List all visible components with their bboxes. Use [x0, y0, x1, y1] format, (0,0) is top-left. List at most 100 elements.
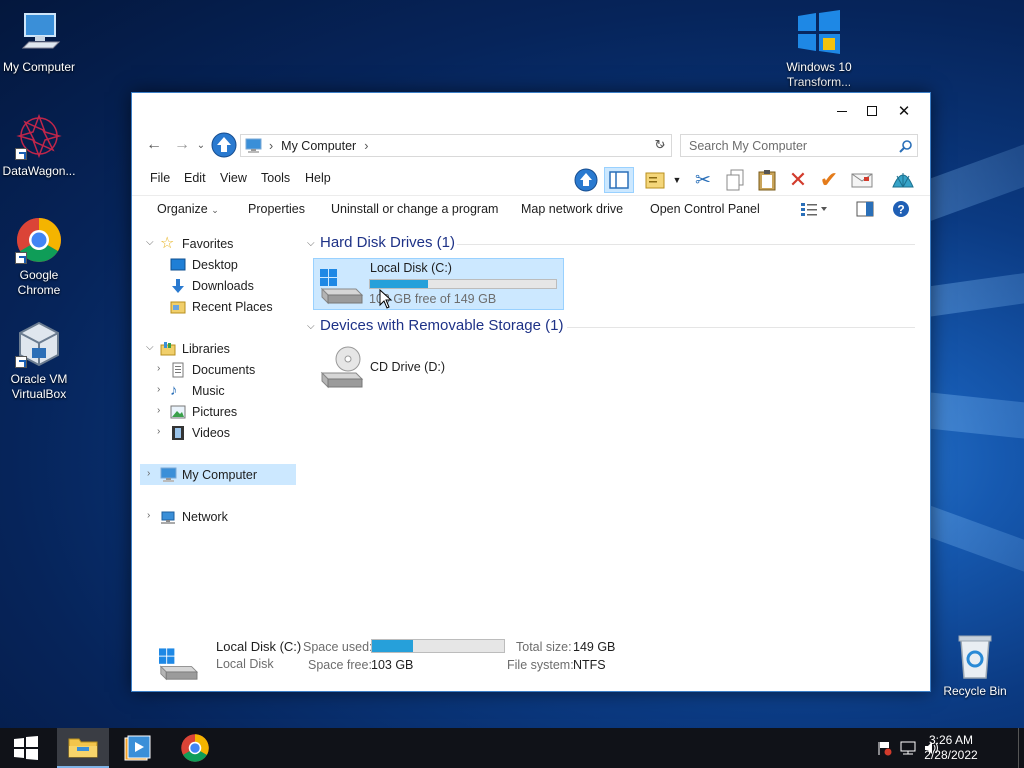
nav-libraries[interactable]: Libraries [160, 338, 230, 359]
nav-recent-places[interactable]: Recent Places [170, 296, 273, 317]
chevron-right-icon: › [147, 510, 151, 521]
desktop-icon-recycle-bin[interactable]: Recycle Bin [933, 632, 1017, 699]
drive-c-capacity-fill [370, 280, 428, 288]
explorer-window[interactable]: ✕ ← → ⌄ › My Computer › ⌄ ↻ Search My Co… [131, 92, 931, 692]
taskbar-media-player[interactable] [113, 728, 161, 768]
map-network-drive-button[interactable]: Map network drive [521, 202, 623, 216]
nav-favorites[interactable]: ☆ Favorites [160, 233, 233, 254]
group-heading-removable-storage[interactable]: Devices with Removable Storage (1) [320, 317, 563, 334]
breadcrumb-separator-icon: › [269, 138, 274, 153]
title-bar[interactable]: ✕ [132, 93, 930, 129]
preview-pane-button[interactable] [604, 167, 634, 193]
network-icon [160, 509, 176, 525]
preview-pane-toggle[interactable] [856, 201, 874, 217]
view-list-icon [801, 203, 827, 216]
nav-my-computer[interactable]: My Computer [160, 464, 257, 485]
taskbar-file-explorer[interactable] [57, 728, 109, 768]
desktop-icon-datawagon[interactable]: DataWagon... [0, 112, 81, 179]
select-check-button[interactable]: ✔ [816, 167, 842, 193]
nav-desktop[interactable]: Desktop [170, 254, 238, 275]
checkmark-icon: ✔ [819, 167, 839, 192]
pane-icon [856, 201, 874, 217]
menu-tools[interactable]: Tools [261, 171, 290, 185]
up-arrow-icon [574, 168, 598, 192]
folder-view-button[interactable] [643, 167, 669, 193]
nav-pictures[interactable]: Pictures [170, 401, 237, 422]
chevron-right-icon: › [157, 426, 161, 437]
taskbar-clock[interactable]: 3:26 AM 2/28/2022 [916, 733, 986, 763]
computer-icon [160, 467, 177, 483]
chrome-icon [15, 216, 63, 264]
clock-time: 3:26 AM [928, 733, 974, 747]
details-capacity-fill [372, 640, 413, 652]
desktop-icon-chrome[interactable]: Google Chrome [0, 216, 81, 298]
address-bar[interactable]: › My Computer › ⌄ [240, 134, 672, 157]
menu-view[interactable]: View [220, 171, 247, 185]
svg-text:?: ? [897, 203, 904, 217]
flag-alert-icon [878, 742, 892, 756]
forward-button[interactable]: → [168, 131, 196, 159]
folder-view-dropdown[interactable]: ▼ [670, 167, 684, 193]
group-collapse-icon[interactable]: ⌵ [307, 238, 315, 249]
menu-edit[interactable]: Edit [184, 171, 206, 185]
nav-videos[interactable]: Videos [170, 422, 230, 443]
copy-button[interactable] [722, 167, 748, 193]
close-button[interactable]: ✕ [888, 97, 920, 125]
shortcut-arrow-icon [15, 148, 27, 160]
open-control-panel-button[interactable]: Open Control Panel [650, 202, 760, 216]
change-view-button[interactable] [800, 201, 828, 217]
desktop-icon-virtualbox[interactable]: Oracle VM VirtualBox [0, 320, 81, 402]
desktop-icon-windows10-transform[interactable]: Windows 10 Transform... [777, 8, 861, 90]
delete-button[interactable]: ✕ [785, 167, 811, 193]
nav-network[interactable]: Network [160, 506, 228, 527]
chevron-right-icon: › [147, 468, 151, 479]
group-heading-hard-disk-drives[interactable]: Hard Disk Drives (1) [320, 234, 455, 251]
breadcrumb-my-computer[interactable]: My Computer [281, 139, 356, 153]
chevron-right-icon: › [157, 384, 161, 395]
paste-button[interactable] [754, 167, 780, 193]
caret-down-icon: ▼ [672, 175, 682, 185]
back-button[interactable]: ← [140, 131, 168, 159]
shell-button[interactable] [890, 167, 916, 193]
datawagon-icon [15, 112, 63, 160]
search-input[interactable]: Search My Computer [680, 134, 918, 157]
recycle-bin-icon [951, 632, 999, 680]
desktop-icon-my-computer[interactable]: My Computer [0, 8, 81, 75]
up-button[interactable] [210, 131, 238, 159]
recent-locations-button[interactable]: ⌄ [194, 131, 208, 159]
chevron-right-icon: › [157, 363, 161, 374]
refresh-button[interactable]: ↻ [648, 131, 672, 159]
menu-file[interactable]: File [150, 171, 170, 185]
taskbar-chrome[interactable] [171, 728, 219, 768]
details-file-system-label: File system: [507, 658, 574, 672]
email-button[interactable] [849, 167, 875, 193]
minimize-icon [837, 110, 847, 112]
cut-button[interactable]: ✂ [690, 167, 716, 193]
nav-downloads[interactable]: Downloads [170, 275, 254, 296]
tray-action-center-flag[interactable] [874, 728, 894, 768]
toolbar-up-button[interactable] [573, 167, 599, 193]
organize-button[interactable]: Organize ⌄ [157, 202, 219, 216]
group-collapse-icon[interactable]: ⌵ [307, 321, 315, 332]
drive-c-tile[interactable] [318, 263, 364, 305]
minimize-button[interactable] [826, 97, 858, 125]
breadcrumb-separator-icon: › [364, 138, 369, 153]
show-desktop-button[interactable] [1018, 728, 1024, 768]
close-icon: ✕ [897, 103, 911, 120]
virtualbox-icon [15, 320, 63, 368]
drive-d-tile[interactable] [318, 345, 364, 389]
properties-button[interactable]: Properties [248, 202, 305, 216]
details-name: Local Disk (C:) [216, 639, 302, 654]
menu-bar: File Edit View Tools Help ▼ ✂ ✕ ✔ [132, 165, 930, 193]
windows-logo-icon [795, 8, 843, 56]
nav-music[interactable]: ♪ Music [170, 380, 225, 401]
start-button[interactable] [2, 728, 50, 768]
back-arrow-icon: ← [146, 136, 162, 153]
maximize-button[interactable] [856, 97, 888, 125]
nav-documents[interactable]: Documents [170, 359, 255, 380]
menu-help[interactable]: Help [305, 171, 331, 185]
uninstall-program-button[interactable]: Uninstall or change a program [331, 202, 498, 216]
documents-icon [170, 362, 186, 378]
help-button[interactable]: ? [892, 200, 910, 218]
pictures-icon [170, 404, 186, 420]
